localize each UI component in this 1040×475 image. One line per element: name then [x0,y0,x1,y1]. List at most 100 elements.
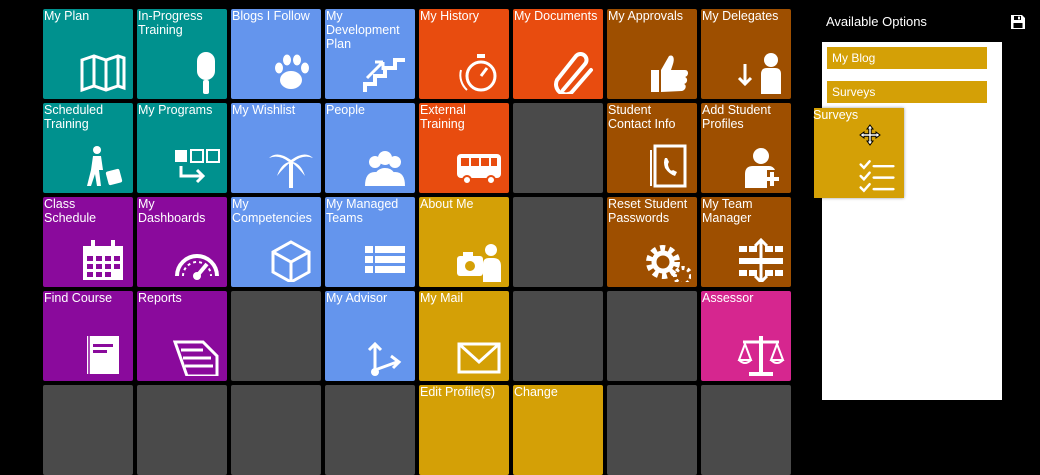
tile-label: Class Schedule [44,197,97,225]
bus-icon [457,154,501,185]
tile-label: My Mail [420,291,464,305]
tile-label: Add Student Profiles [702,103,771,131]
add-person-icon [745,148,779,188]
tile-label: My Plan [44,9,90,23]
panel-title: Available Options [826,14,927,29]
tile-my-dashboards[interactable]: My Dashboards [137,197,227,287]
dragging-tile-surveys[interactable]: Surveys [813,108,904,198]
tile-label: External Training [420,103,466,131]
tile-edit-profiles[interactable]: Edit Profile(s) [419,385,509,475]
envelope-icon [457,342,501,374]
tile-label: People [326,103,365,117]
empty-tile [513,291,603,381]
thumbs-up-icon [651,55,688,92]
tile-my-plan[interactable]: My Plan [43,9,133,99]
popsicle-icon [197,52,215,94]
tile-label: My Wishlist [232,103,296,117]
tile-label: In-Progress Training [138,9,203,37]
tile-label: Scheduled Training [44,103,104,131]
checklist-icon [859,160,895,193]
report-icon [173,340,219,376]
tile-my-wishlist[interactable]: My Wishlist [231,103,321,193]
tile-student-contact-info[interactable]: Student Contact Info [607,103,697,193]
tile-label: About Me [420,197,474,211]
tile-my-team-manager[interactable]: My Team Manager [701,197,791,287]
tile-reset-student-passwords[interactable]: Reset Student Passwords [607,197,697,287]
address-book-icon [650,144,687,188]
tile-label: My Development Plan [326,9,400,51]
tile-grid: My Plan In-Progress Training Blogs I Follo… [0,0,800,475]
tile-label: My History [420,9,480,23]
empty-tile [231,291,321,381]
branch-arrow-icon [367,341,402,376]
tile-label: My Competencies [232,197,312,225]
grid-arrows-icon [739,238,783,282]
tile-label: Change [514,385,558,399]
tile-class-schedule[interactable]: Class Schedule [43,197,133,287]
tile-about-me[interactable]: About Me [419,197,509,287]
cube-icon [271,240,311,282]
tile-my-advisor[interactable]: My Advisor [325,291,415,381]
tile-label: Reset Student Passwords [608,197,688,225]
tile-label: Assessor [702,291,754,305]
tile-add-student-profiles[interactable]: Add Student Profiles [701,103,791,193]
tile-label: My Documents [514,9,598,23]
tile-find-course[interactable]: Find Course [43,291,133,381]
camera-person-icon [457,244,501,282]
tile-my-approvals[interactable]: My Approvals [607,9,697,99]
empty-tile [137,385,227,475]
tile-people[interactable]: People [325,103,415,193]
tile-label: Reports [138,291,182,305]
tile-label: My Advisor [326,291,388,305]
available-options-panel: Available Options My Blog Surveys [804,0,1040,400]
tile-label: Find Course [44,291,113,305]
tile-my-documents[interactable]: My Documents [513,9,603,99]
empty-tile [43,385,133,475]
map-icon [80,54,126,93]
tile-my-programs[interactable]: My Programs [137,103,227,193]
tile-my-history[interactable]: My History [419,9,509,99]
options-list: My Blog Surveys [822,42,1002,400]
tile-label: My Managed Teams [326,197,399,225]
tile-label: My Dashboards [138,197,206,225]
tile-reports[interactable]: Reports [137,291,227,381]
gauge-icon [175,254,219,280]
tile-label: Blogs I Follow [232,9,310,23]
tile-in-progress-training[interactable]: In-Progress Training [137,9,227,99]
stopwatch-icon [459,54,497,92]
tile-assessor[interactable]: Assessor [701,291,791,381]
stairs-icon [363,58,405,92]
person-download-icon [737,53,781,94]
tile-label: Student Contact Info [608,103,676,131]
tile-my-development-plan[interactable]: My Development Plan [325,9,415,99]
book-icon [87,336,119,374]
tile-change[interactable]: Change [513,385,603,475]
tile-my-mail[interactable]: My Mail [419,291,509,381]
option-my-blog[interactable]: My Blog [827,47,987,69]
empty-tile [231,385,321,475]
tile-my-managed-teams[interactable]: My Managed Teams [325,197,415,287]
empty-tile [607,385,697,475]
flow-boxes-icon [175,149,220,184]
paw-icon [275,54,309,89]
tile-blogs-i-follow[interactable]: Blogs I Follow [231,9,321,99]
move-icon [859,124,881,146]
tile-label: My Team Manager [702,197,753,225]
empty-tile [325,385,415,475]
tile-scheduled-training[interactable]: Scheduled Training [43,103,133,193]
save-icon[interactable] [1010,14,1026,30]
tile-my-competencies[interactable]: My Competencies [231,197,321,287]
option-surveys[interactable]: Surveys [827,81,987,103]
tile-my-delegates[interactable]: My Delegates [701,9,791,99]
palm-tree-icon [269,154,313,188]
gears-icon [646,245,691,282]
tile-external-training[interactable]: External Training [419,103,509,193]
tile-label: My Delegates [702,9,779,23]
list-icon [365,246,405,273]
tile-label: My Approvals [608,9,684,23]
empty-tile [607,291,697,381]
calendar-icon [83,240,123,280]
traveler-icon [87,146,123,186]
scales-icon [737,336,785,376]
empty-tile [513,103,603,193]
